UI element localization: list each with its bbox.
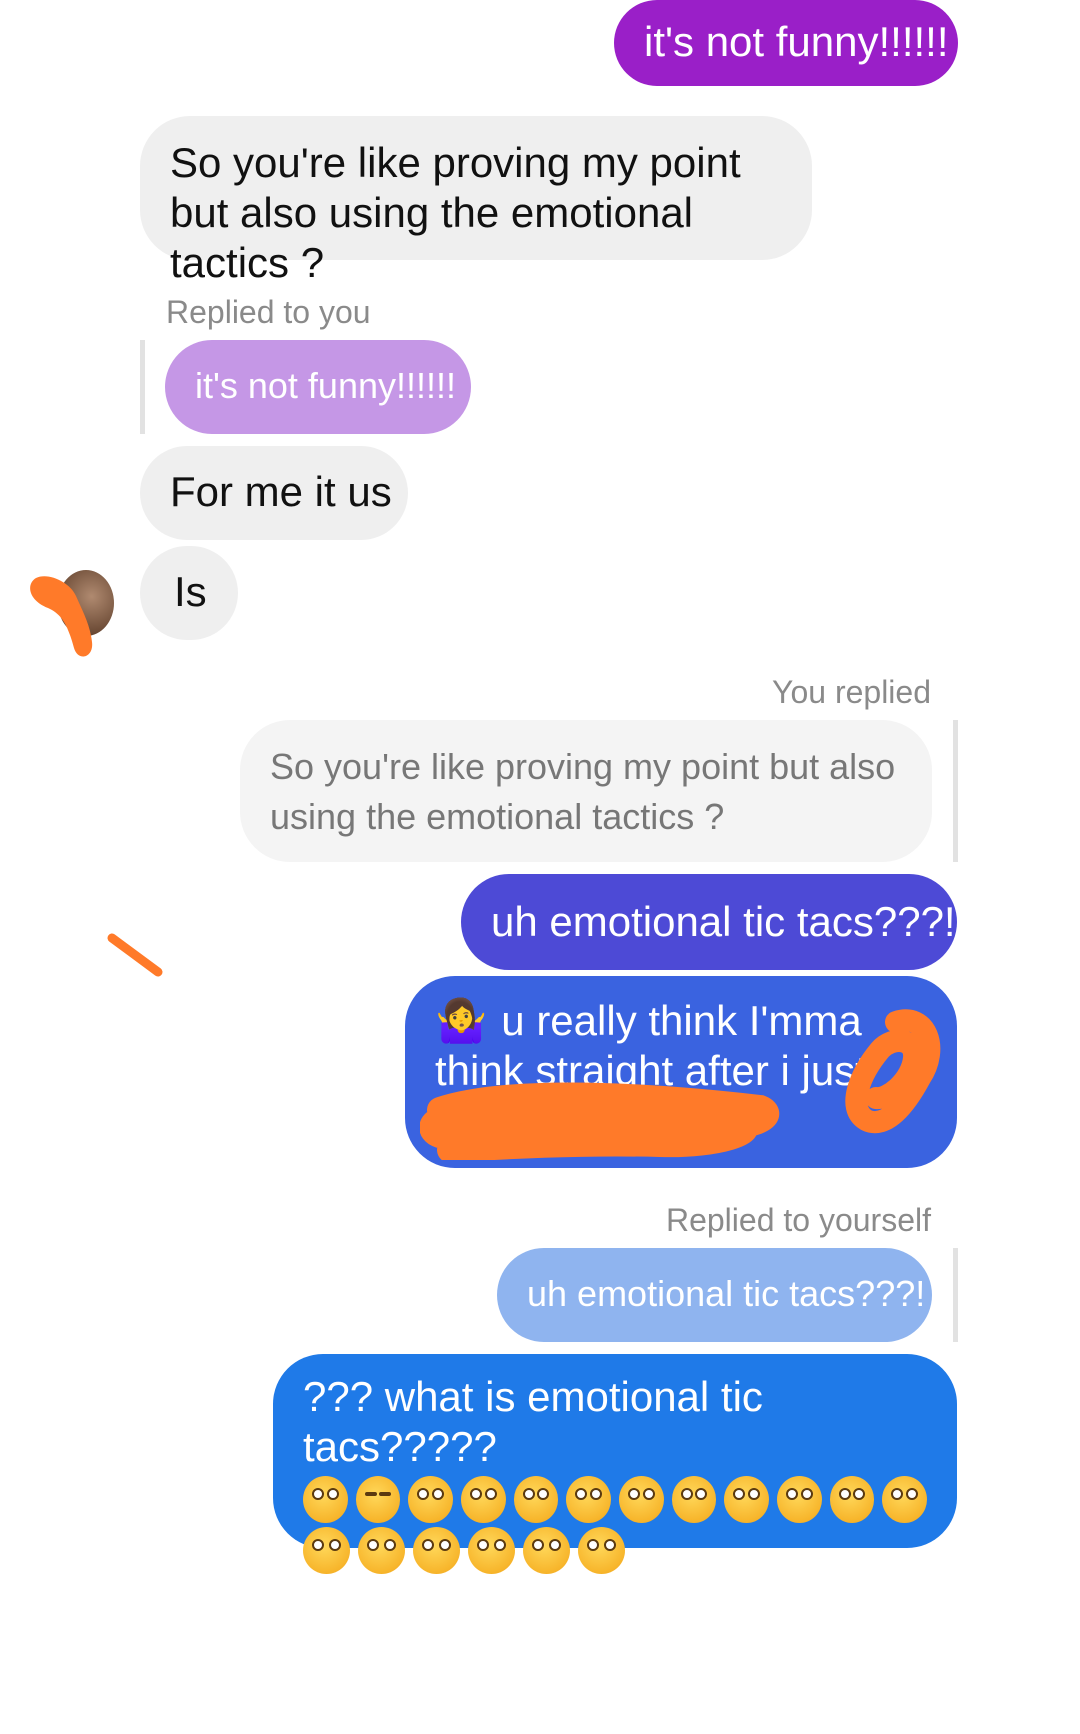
flushed-face-icon	[413, 1527, 460, 1574]
quoted-message[interactable]: uh emotional tic tacs???!	[497, 1248, 932, 1342]
shrug-emoji: 🤷‍♀️	[435, 996, 488, 1045]
reply-quote-bar	[953, 1248, 958, 1342]
reply-label: You replied	[772, 674, 931, 710]
reply-quote-bar	[953, 720, 958, 862]
message-line: u really think I'mma	[501, 997, 862, 1044]
quoted-text: uh emotional tic tacs???!	[527, 1273, 926, 1314]
quoted-text: So you're like proving my point but also…	[270, 746, 896, 837]
flushed-face-icon	[882, 1476, 928, 1523]
message-text: For me it us	[170, 468, 392, 515]
reply-quote-bar	[140, 340, 145, 434]
flushed-face-icon	[523, 1527, 570, 1574]
message-text: Is	[174, 568, 207, 615]
received-message[interactable]: Is	[140, 546, 238, 640]
flushed-face-icon	[513, 1476, 559, 1523]
redaction-scribble	[107, 933, 163, 977]
redaction-scribble	[845, 1009, 941, 1133]
flushed-face-icon	[461, 1476, 506, 1523]
sent-message[interactable]: it's not funny!!!!!!	[614, 0, 958, 86]
message-text: ??? what is emotional tic tacs?????	[303, 1373, 763, 1470]
message-text: So you're like proving my point but also…	[170, 139, 741, 286]
received-message[interactable]: For me it us	[140, 446, 408, 540]
flushed-face-icon	[724, 1476, 770, 1523]
flushed-face-icon	[829, 1476, 875, 1523]
flushed-face-icon	[303, 1527, 350, 1574]
redaction-scribble	[420, 1082, 780, 1160]
flushed-face-icon	[468, 1527, 515, 1574]
message-text: uh emotional tic tacs???!	[491, 898, 956, 945]
sent-message[interactable]: ??? what is emotional tic tacs?????	[273, 1354, 957, 1574]
received-message[interactable]: So you're like proving my point but also…	[140, 116, 812, 286]
flushed-face-icon	[408, 1476, 454, 1523]
sent-message[interactable]: uh emotional tic tacs???!	[461, 874, 957, 970]
emoji-rows	[303, 1476, 928, 1574]
emoji-row	[303, 1527, 927, 1574]
flushed-face-icon	[777, 1476, 822, 1523]
flushed-face-icon	[303, 1476, 348, 1523]
quoted-text: it's not funny!!!!!!	[195, 365, 456, 406]
redaction-scribble	[30, 576, 93, 657]
crying-face-icon	[355, 1476, 401, 1523]
message-text: it's not funny!!!!!!	[644, 18, 949, 65]
emoji-row	[303, 1476, 928, 1523]
reply-label: Replied to yourself	[665, 1202, 931, 1238]
flushed-face-icon	[358, 1527, 405, 1574]
flushed-face-icon	[619, 1476, 664, 1523]
quoted-message[interactable]: it's not funny!!!!!!	[165, 340, 471, 434]
flushed-face-icon	[566, 1476, 612, 1523]
flushed-face-icon	[671, 1476, 717, 1523]
reply-label: Replied to you	[166, 294, 371, 330]
quoted-message[interactable]: So you're like proving my point but also…	[240, 720, 932, 862]
flushed-face-icon	[578, 1527, 625, 1574]
